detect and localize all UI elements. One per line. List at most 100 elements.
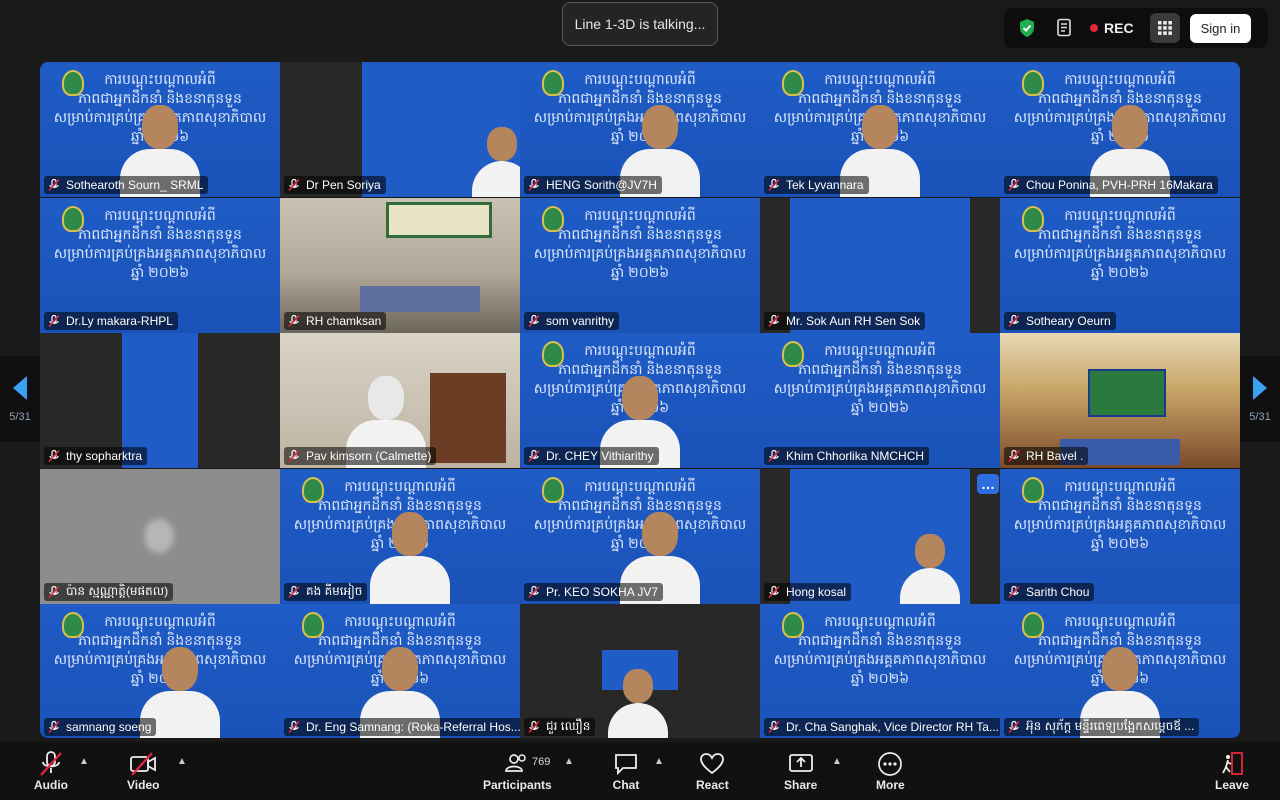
participants-options-caret[interactable]: ▲: [564, 756, 574, 767]
participant-tile[interactable]: ការបណ្តុះបណ្តាលអំពី ភាពជាអ្នកដឹកនាំ និងខន…: [40, 62, 280, 197]
slide-text: ការបណ្តុះបណ្តាលអំពី ភាពជាអ្នកដឹកនាំ និងខន…: [520, 206, 760, 282]
participant-name-label: Sothearoth Sourn_ SRML: [44, 176, 209, 194]
participant-name: Mr. Sok Aun RH Sen Sok: [786, 313, 921, 328]
participant-tile[interactable]: ការបណ្តុះបណ្តាលអំពី ភាពជាអ្នកដឹកនាំ និងខន…: [1000, 468, 1240, 604]
muted-mic-icon: [48, 449, 60, 463]
bookshelf: [430, 373, 506, 463]
participant-tile[interactable]: Dr Pen Soriya: [280, 62, 520, 197]
slide-line: ការបណ្តុះបណ្តាលអំពី: [104, 71, 216, 87]
slide-line: ការបណ្តុះបណ្តាលអំពី: [584, 477, 696, 494]
slide-line: ការបណ្តុះបណ្តាលអំពី: [584, 206, 696, 223]
participant-name: RH chamksan: [306, 313, 382, 328]
participant-name: thy sopharktra: [66, 449, 143, 463]
slide-line: ការបណ្តុះបណ្តាលអំពី: [584, 342, 696, 358]
conference-table: [360, 285, 480, 312]
muted-mic-icon: [768, 585, 780, 598]
rec-label: REC: [1104, 20, 1134, 36]
participant-name-label: Pav kimsorn (Calmette): [284, 447, 437, 465]
muted-mic-icon: [528, 585, 540, 598]
share-options-caret[interactable]: ▲: [832, 756, 842, 767]
participant-tile[interactable]: Hong kosal: [760, 468, 1000, 604]
participant-name-label: samnang soeng: [44, 718, 157, 736]
participant-video: [370, 511, 450, 604]
participant-name: អ៊ុន សុភ័ក្ត មន្ទីរពេទ្យបង្អែកសម្តេចឪ ..…: [1026, 719, 1195, 733]
share-button[interactable]: Share: [784, 750, 817, 792]
muted-mic-icon: [288, 449, 300, 463]
participant-name-label: ជួរ ឈឿន: [524, 718, 596, 736]
chat-button[interactable]: Chat: [612, 750, 640, 792]
share-screen-icon: [788, 754, 813, 772]
muted-mic-icon: [288, 178, 300, 192]
participant-name: Dr. Eng Samnang: (Roka-Referral Hos...: [306, 720, 520, 734]
participant-tile[interactable]: ការបណ្តុះបណ្តាលអំពី ភាពជាអ្នកដឹកនាំ និងខន…: [520, 62, 760, 197]
participant-tile[interactable]: thy sopharktra: [40, 333, 280, 468]
audio-options-caret[interactable]: ▲: [79, 756, 89, 767]
participant-tile[interactable]: ជួរ ឈឿន: [520, 604, 760, 738]
participant-tile[interactable]: ការបណ្តុះបណ្តាលអំពី ភាពជាអ្នកដឹកនាំ និងខន…: [40, 197, 280, 333]
participant-name: som vanrithy: [546, 313, 615, 328]
slide-line: សម្រាប់ការគ្រប់គ្រងអគ្គគភាពសុខាភិបាល: [1013, 244, 1227, 261]
tile-more-options-button[interactable]: …: [977, 474, 999, 494]
next-page-button[interactable]: 5/31: [1240, 356, 1280, 442]
participant-video: [900, 533, 960, 604]
participant-name: Tek Lyvannara: [786, 178, 864, 192]
participant-name: Dr. CHEY Vithiarithy: [546, 449, 654, 463]
participant-tile[interactable]: ការបណ្តុះបណ្តាលអំពី ភាពជាអ្នកដឹកនាំ និងខន…: [1000, 604, 1240, 738]
participant-name-label: thy sopharktra: [44, 447, 148, 465]
security-shield-icon[interactable]: [1012, 13, 1042, 43]
participant-tile[interactable]: ការបណ្តុះបណ្តាលអំពី ភាពជាអ្នកដឹកនាំ និងខន…: [760, 604, 1000, 738]
participant-name-label: RH Bavel .: [1004, 447, 1089, 465]
video-button[interactable]: Video: [127, 750, 159, 792]
slide-line: ការបណ្តុះបណ្តាលអំពី: [344, 613, 456, 629]
recording-indicator[interactable]: REC: [1090, 20, 1134, 36]
slide-line: ឆ្នាំ ២០២៦: [1090, 534, 1150, 551]
participant-name-label: Dr. Cha Sanghak, Vice Director RH Ta...: [764, 718, 1000, 736]
more-button[interactable]: More: [876, 750, 905, 792]
slide-line: សម្រាប់ការគ្រប់គ្រងអគ្គគភាពសុខាភិបាល: [533, 244, 747, 261]
participant-name-label: Pr. KEO SOKHA JV7: [524, 582, 664, 601]
gallery-view-button[interactable]: [1149, 13, 1180, 43]
slide-line: ការបណ្តុះបណ្តាលអំពី: [1064, 71, 1176, 87]
participant-tile[interactable]: ការបណ្តុះបណ្តាលអំពី ភាពជាអ្នកដឹកនាំ និងខន…: [1000, 197, 1240, 333]
slide-line: ឆ្នាំ ២០២៦: [610, 263, 670, 280]
slide-line: ការបណ្តុះបណ្តាលអំពី: [824, 342, 936, 358]
participant-tile[interactable]: ការបណ្តុះបណ្តាលអំពី ភាពជាអ្នកដឹកនាំ និងខន…: [1000, 62, 1240, 197]
participant-name: Dr Pen Soriya: [306, 178, 381, 192]
participant-tile[interactable]: RH chamksan: [280, 197, 520, 333]
participant-tile[interactable]: ការបណ្តុះបណ្តាលអំពី ភាពជាអ្នកដឹកនាំ និងខន…: [760, 62, 1000, 197]
participant-tile[interactable]: ការបណ្តុះបណ្តាលអំពី ភាពជាអ្នកដឹកនាំ និងខន…: [520, 333, 760, 468]
participant-tile[interactable]: ការបណ្តុះបណ្តាលអំពី ភាពជាអ្នកដឹកនាំ និងខន…: [760, 333, 1000, 468]
prev-page-button[interactable]: 5/31: [0, 356, 40, 442]
participant-tile[interactable]: ការបណ្តុះបណ្តាលអំពី ភាពជាអ្នកដឹកនាំ និងខន…: [520, 468, 760, 604]
participant-name-label: Dr Pen Soriya: [284, 176, 386, 194]
transcript-icon[interactable]: [1050, 13, 1080, 43]
muted-mic-icon: [1008, 449, 1020, 463]
participant-name: Sarith Chou: [1026, 584, 1090, 599]
microphone-muted-icon: [40, 751, 62, 776]
participant-tile[interactable]: ការបណ្តុះបណ្តាលអំពី ភាពជាអ្នកដឹកនាំ និងខន…: [280, 468, 520, 604]
slide-line: សម្រាប់ការគ្រប់គ្រងអគ្គគភាពសុខាភិបាល: [773, 651, 987, 667]
slide-text: ការបណ្តុះបណ្តាលអំពី ភាពជាអ្នកដឹកនាំ និងខន…: [760, 341, 1000, 417]
sign-in-button[interactable]: Sign in: [1189, 13, 1252, 43]
slide-line: ឆ្នាំ ២០២៦: [1090, 263, 1150, 280]
participant-tile[interactable]: RH Bavel .: [1000, 333, 1240, 468]
participant-tile[interactable]: Pav kimsorn (Calmette): [280, 333, 520, 468]
slide-line: ការបណ្តុះបណ្តាលអំពី: [1064, 613, 1176, 629]
participant-tile[interactable]: ប៉ាន ស្មណ្ណាត្តិ(មផតល): [40, 468, 280, 604]
participant-tile[interactable]: ការបណ្តុះបណ្តាលអំពី ភាពជាអ្នកដឹកនាំ និងខន…: [280, 604, 520, 738]
more-dots-icon: [878, 752, 903, 776]
react-button[interactable]: React: [696, 750, 729, 792]
chat-options-caret[interactable]: ▲: [654, 756, 664, 767]
video-options-caret[interactable]: ▲: [177, 756, 187, 767]
slide-text: ការបណ្តុះបណ្តាលអំពី ភាពជាអ្នកដឹកនាំ និងខន…: [1000, 477, 1240, 553]
muted-mic-icon: [768, 314, 780, 327]
participant-tile[interactable]: Mr. Sok Aun RH Sen Sok: [760, 197, 1000, 333]
participant-tile[interactable]: ការបណ្តុះបណ្តាលអំពី ភាពជាអ្នកដឹកនាំ និងខន…: [520, 197, 760, 333]
participant-tile[interactable]: ការបណ្តុះបណ្តាលអំពី ភាពជាអ្នកដឹកនាំ និងខន…: [40, 604, 280, 738]
leave-button[interactable]: Leave: [1215, 750, 1249, 792]
participant-name-label: Chou Ponina, PVH-PRH 16Makara: [1004, 176, 1218, 194]
slide-text: ការបណ្តុះបណ្តាលអំពី ភាពជាអ្នកដឹកនាំ និងខន…: [760, 612, 1000, 688]
participant-name-label: Mr. Sok Aun RH Sen Sok: [764, 311, 926, 330]
audio-button[interactable]: Audio: [34, 750, 68, 792]
muted-mic-icon: [48, 720, 60, 734]
